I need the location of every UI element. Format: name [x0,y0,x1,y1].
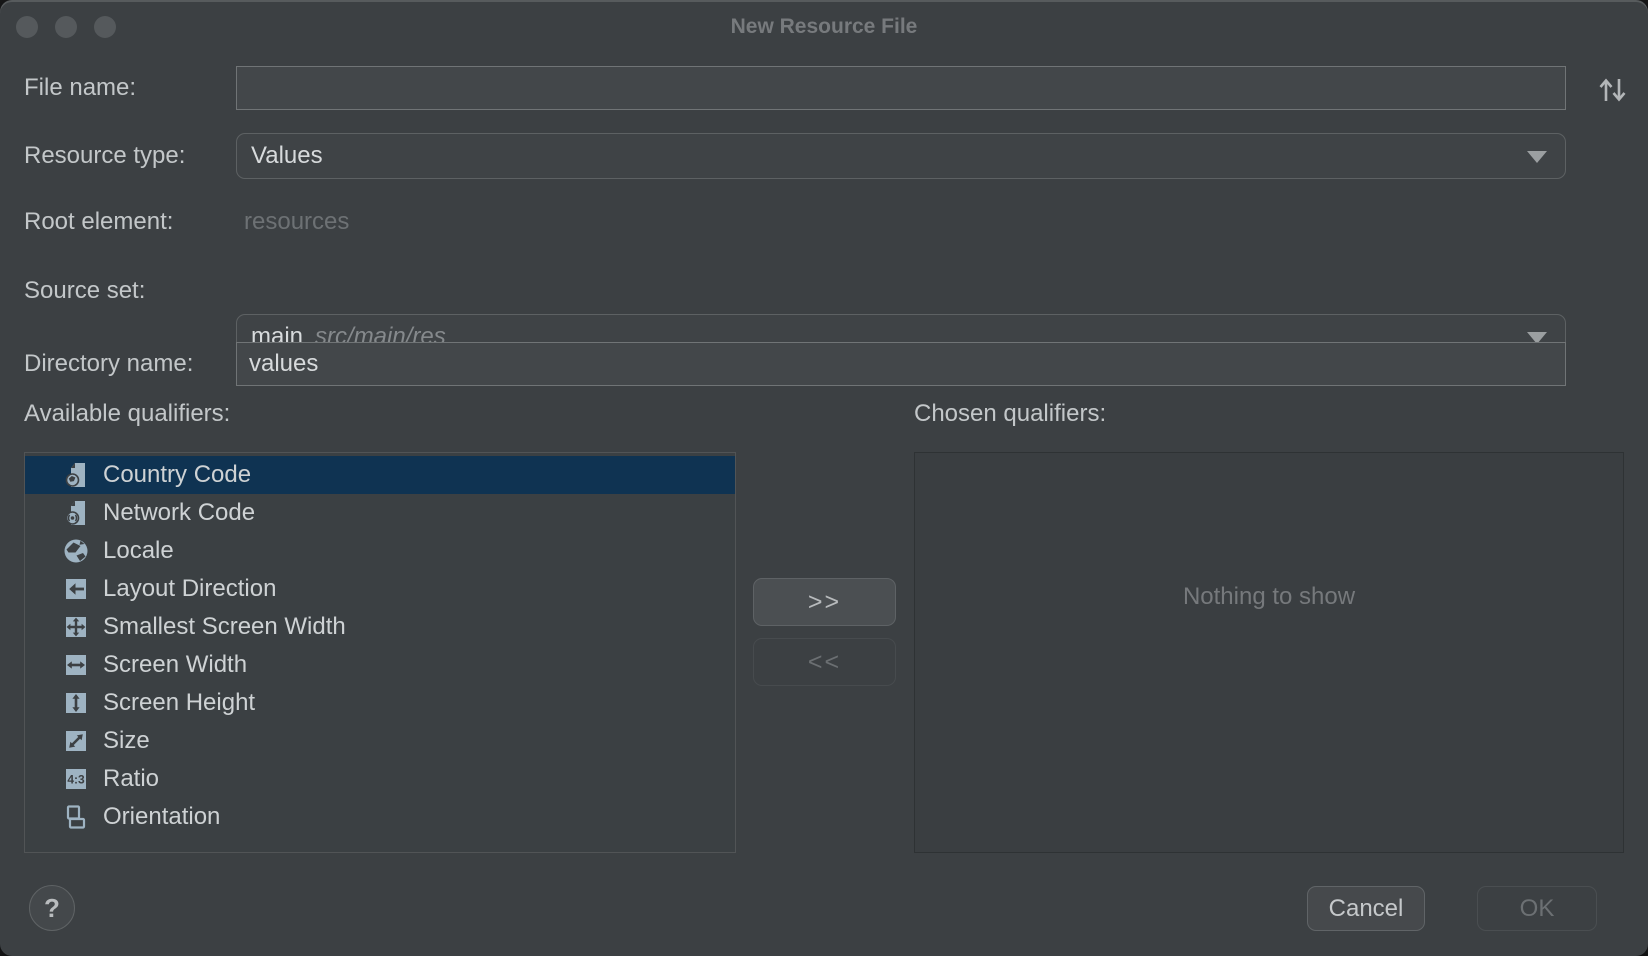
arrows-all-icon [61,612,91,642]
qualifier-item-size[interactable]: Size [25,722,735,760]
arrow-left-icon [61,574,91,604]
arrow-horizontal-icon [61,650,91,680]
titlebar: New Resource File [0,0,1648,52]
qualifier-item-network-code[interactable]: Network Code [25,494,735,532]
qualifier-item-label: Orientation [103,803,220,831]
root-element-label: Root element: [24,200,173,244]
file-name-input[interactable] [236,66,1566,110]
window-title: New Resource File [0,0,1648,52]
file-globe-icon [61,460,91,490]
directory-name-label: Directory name: [24,342,193,386]
globe-icon [61,536,91,566]
qualifier-item-country-code[interactable]: Country Code [25,456,735,494]
new-resource-file-dialog: New Resource File File name: Resource ty… [0,0,1648,956]
qualifier-item-label: Ratio [103,765,159,793]
available-qualifiers-list[interactable]: Country Code Network Code Locale Layout … [24,452,736,853]
qualifier-item-screen-height[interactable]: Screen Height [25,684,735,722]
qualifier-item-label: Locale [103,537,174,565]
help-button[interactable]: ? [29,885,75,931]
ok-button[interactable]: OK [1477,886,1597,931]
file-name-label: File name: [24,66,136,110]
available-qualifiers-label: Available qualifiers: [24,400,230,428]
cancel-button[interactable]: Cancel [1307,886,1425,931]
orientation-icon [61,802,91,832]
add-qualifier-button[interactable]: >> [753,578,896,626]
qualifier-item-label: Size [103,727,150,755]
qualifier-item-locale[interactable]: Locale [25,532,735,570]
chosen-qualifiers-label: Chosen qualifiers: [914,400,1106,428]
up-down-arrows-icon[interactable] [1588,72,1636,108]
qualifier-item-label: Country Code [103,461,251,489]
qualifier-item-label: Layout Direction [103,575,276,603]
qualifier-item-orientation[interactable]: Orientation [25,798,735,836]
qualifier-item-label: Network Code [103,499,255,527]
qualifier-item-label: Screen Height [103,689,255,717]
arrow-diagonal-icon [61,726,91,756]
qualifier-item-smallest-screen-width[interactable]: Smallest Screen Width [25,608,735,646]
question-mark-icon: ? [44,893,60,924]
qualifier-item-ratio[interactable]: 4:3 Ratio [25,760,735,798]
ratio-icon: 4:3 [61,764,91,794]
qualifier-item-screen-width[interactable]: Screen Width [25,646,735,684]
qualifier-item-layout-direction[interactable]: Layout Direction [25,570,735,608]
resource-type-select[interactable]: Values [236,133,1566,179]
source-set-label: Source set: [24,268,145,314]
directory-name-input[interactable] [236,342,1566,386]
empty-list-message: Nothing to show [915,583,1623,611]
chosen-qualifiers-list[interactable]: Nothing to show [914,452,1624,853]
chevron-down-icon [1527,151,1547,163]
qualifier-item-label: Smallest Screen Width [103,613,346,641]
qualifier-item-label: Screen Width [103,651,247,679]
resource-type-label: Resource type: [24,133,185,179]
root-element-value: resources [236,200,1566,244]
resource-type-value: Values [251,142,323,170]
remove-qualifier-button[interactable]: << [753,638,896,686]
svg-text:4:3: 4:3 [67,773,85,787]
arrow-vertical-icon [61,688,91,718]
file-signal-icon [61,498,91,528]
